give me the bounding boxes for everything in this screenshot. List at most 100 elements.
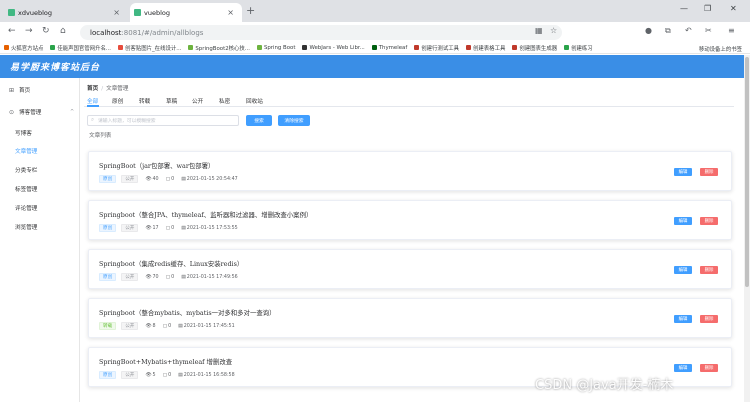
breadcrumb-home[interactable]: 首页 <box>87 86 98 92</box>
tab-original[interactable]: 原创 <box>112 97 123 105</box>
article-title[interactable]: Springboot（整合JPA、thymeleaf、监听器和过滤器、增删改查小… <box>99 210 312 219</box>
bookmark-item[interactable]: 创建行测试工具 <box>414 44 459 52</box>
article-title[interactable]: SpringBoot（jar包部署、war包部署） <box>99 161 214 170</box>
search-input[interactable]: ⌕ 请输入标题，可以模糊搜索 <box>87 115 239 126</box>
edit-button[interactable]: 编辑 <box>674 266 692 274</box>
bookmark-item[interactable]: Thymeleaf <box>371 45 407 51</box>
sidebar-item-tags[interactable]: 标签管理 <box>0 181 80 197</box>
calendar-icon: ▤ <box>178 372 183 378</box>
publish-date: 2021-01-15 17:45:51 <box>183 323 235 329</box>
bookmark-favicon-icon <box>302 45 308 50</box>
close-tab-icon[interactable]: × <box>113 8 120 17</box>
browser-tab-vueblog[interactable]: vueblog × <box>130 3 242 22</box>
mobile-bookmarks[interactable]: 移动设备上的书签 <box>699 45 742 53</box>
article-meta: 原创 公开 👁 70 ▢ 0 ▤ 2021-01-15 17:49:56 <box>99 273 245 281</box>
edit-button[interactable]: 编辑 <box>674 315 692 323</box>
comment-count: 0 <box>168 323 172 329</box>
category-tag: 原创 <box>99 224 117 232</box>
edit-button[interactable]: 编辑 <box>674 217 692 225</box>
tab-all[interactable]: 全部 <box>87 97 98 105</box>
article-meta: 原创 公开 👁 40 ▢ 0 ▤ 2021-01-15 20:54:47 <box>99 175 245 183</box>
close-window-icon[interactable]: ✕ <box>730 4 737 13</box>
new-tab-icon[interactable]: + <box>246 4 255 17</box>
profile-icon[interactable]: ● <box>645 26 652 35</box>
forward-icon[interactable]: → <box>25 26 33 36</box>
extensions-icon[interactable]: ⧉ <box>665 26 671 36</box>
visibility-tag: 公开 <box>121 175 139 183</box>
tab-private[interactable]: 私密 <box>219 97 230 105</box>
sidebar-item-comments[interactable]: 评论管理 <box>0 200 80 216</box>
calendar-icon: ▤ <box>181 274 186 280</box>
eye-icon: 👁 <box>145 323 152 329</box>
tab-public[interactable]: 公开 <box>192 97 203 105</box>
edit-button[interactable]: 编辑 <box>674 168 692 176</box>
delete-button[interactable]: 删除 <box>700 315 718 323</box>
bookmark-item[interactable]: 创建练习 <box>564 44 593 52</box>
close-tab-icon[interactable]: × <box>227 8 234 17</box>
comment-icon: ▢ <box>162 323 168 329</box>
bookmark-favicon-icon <box>512 45 518 50</box>
maximize-icon[interactable]: ❐ <box>704 4 711 13</box>
search-button[interactable]: 搜索 <box>246 115 272 126</box>
vue-favicon-icon <box>8 9 15 16</box>
menu-icon[interactable]: ≡ <box>728 26 735 35</box>
sidebar-group-blog[interactable]: ⊙ 博客管理 ^ <box>0 104 80 120</box>
bookmark-item[interactable]: WebJars - Web Libr... <box>302 45 365 51</box>
bookmark-label: 火狐官方站点 <box>11 45 44 52</box>
article-card: Springboot（集成redis缓存、Linux安装redis） 原创 公开 👁 7… <box>88 249 732 289</box>
sidebar-item-categories[interactable]: 分类专栏 <box>0 162 80 178</box>
delete-button[interactable]: 删除 <box>700 168 718 176</box>
bookmark-item[interactable]: 创客贴图片_在线设计... <box>118 44 181 52</box>
address-bar[interactable]: localhost:8081/#/admin/allblogs <box>80 25 562 40</box>
qr-code-icon[interactable]: ▦ <box>535 26 543 35</box>
clear-search-button[interactable]: 清除搜索 <box>278 115 310 126</box>
sidebar-item-views[interactable]: 浏览管理 <box>0 219 80 235</box>
bookmark-star-icon[interactable]: ☆ <box>550 26 557 35</box>
bookmark-item[interactable]: SpringBoot2核心技... <box>188 44 250 52</box>
bookmark-item[interactable]: 创建图表生成器 <box>512 44 557 52</box>
app-logo: 易学厨来博客站后台 <box>10 63 101 73</box>
sidebar-item-articles[interactable]: 文章管理 <box>0 143 80 159</box>
bookmark-item[interactable]: Spring Boot <box>256 45 295 51</box>
bookmark-favicon-icon <box>256 45 262 50</box>
delete-button[interactable]: 删除 <box>700 217 718 225</box>
tab-reprint[interactable]: 转载 <box>139 97 150 105</box>
bookmark-label: 创建图表生成器 <box>519 45 558 52</box>
minimize-icon[interactable]: — <box>680 4 688 13</box>
browser-tab-xdvueblog[interactable]: xdvueblog × <box>4 3 128 22</box>
bookmark-item[interactable]: 创建表格工具 <box>466 44 505 52</box>
comment-icon: ▢ <box>162 372 168 378</box>
article-title[interactable]: Springboot（集成redis缓存、Linux安装redis） <box>99 259 243 268</box>
active-tab-indicator <box>87 105 99 107</box>
page-scrollbar[interactable] <box>744 55 750 402</box>
sidebar-item-home[interactable]: ⊞ 首页 <box>0 82 80 98</box>
tab-draft[interactable]: 草稿 <box>166 97 177 105</box>
publish-date: 2021-01-15 20:54:47 <box>186 176 238 182</box>
capture-icon[interactable]: ✂ <box>705 26 712 35</box>
bookmark-item[interactable]: 佳能声国官管网升名... <box>50 44 111 52</box>
tab-recycle[interactable]: 回收站 <box>246 97 263 105</box>
article-title[interactable]: Springboot（整合mybatis、mybatis一对多和多对一查询） <box>99 308 276 317</box>
reload-icon[interactable]: ↻ <box>42 26 50 36</box>
sidebar-item-write[interactable]: 写博客 <box>0 125 80 141</box>
home-icon[interactable]: ⌂ <box>60 26 66 36</box>
bookmark-item[interactable]: 火狐官方站点 <box>4 44 43 52</box>
category-tag: 原创 <box>99 175 117 183</box>
scrollbar-thumb[interactable] <box>745 57 749 287</box>
delete-button[interactable]: 删除 <box>700 364 718 372</box>
comment-icon: ▢ <box>165 225 171 231</box>
view-count: 8 <box>152 323 156 329</box>
bookmark-favicon-icon <box>4 45 9 50</box>
article-meta: 原创 公开 👁 5 ▢ 0 ▤ 2021-01-15 16:58:58 <box>99 371 242 379</box>
delete-button[interactable]: 删除 <box>700 266 718 274</box>
sidebar-item-label: 博客管理 <box>19 110 42 116</box>
article-title[interactable]: SpringBoot+Mybatis+thymeleaf 增删改查 <box>99 357 232 366</box>
bookmark-favicon-icon <box>188 45 194 50</box>
edit-button[interactable]: 编辑 <box>674 364 692 372</box>
search-placeholder: 请输入标题，可以模糊搜索 <box>98 119 156 124</box>
sidebar-item-label: 分类专栏 <box>15 168 38 174</box>
bookmark-label: 创客贴图片_在线设计... <box>125 45 182 52</box>
comment-count: 0 <box>171 225 175 231</box>
back-icon[interactable]: ← <box>8 26 16 36</box>
history-back-icon[interactable]: ↶ <box>685 26 692 35</box>
